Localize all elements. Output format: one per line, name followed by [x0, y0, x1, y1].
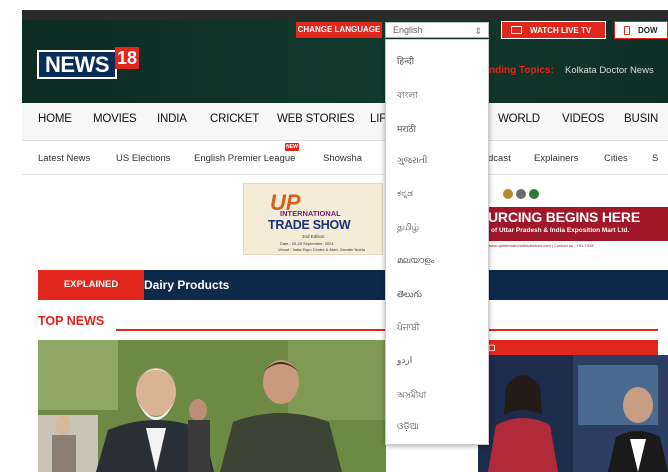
top-strip	[0, 0, 668, 10]
ad-edition: 2nd Edition	[302, 234, 325, 239]
language-option-gujarati[interactable]: ગુજરાતી	[397, 155, 427, 166]
subnav-latest-news[interactable]: Latest News	[38, 153, 90, 164]
download-app-button[interactable]: DOW	[614, 21, 668, 39]
subnav-more[interactable]: S	[652, 153, 658, 164]
language-option-malayalam[interactable]: മലയാളം	[397, 255, 434, 266]
ad-line-international: INTERNATIONAL	[280, 209, 341, 218]
nav-movies[interactable]: MOVIES	[93, 113, 137, 125]
subnav-podcast[interactable]: dcast	[488, 153, 511, 164]
ad-line-trade-show: TRADE SHOW	[268, 218, 351, 232]
language-select[interactable]: English ⇕	[385, 22, 489, 38]
ad-contact: www.upinternationaltradeshow.com | Conta…	[488, 243, 594, 248]
language-option-marathi[interactable]: मराठी	[397, 122, 416, 135]
language-option-bangla[interactable]: বাংলা	[397, 88, 418, 103]
emblem-icons	[503, 189, 539, 199]
language-dropdown[interactable]: हिन्दी বাংলা मराठी ગુજરાતી ಕನ್ನಡ தமிழ் മ…	[385, 39, 489, 445]
explained-tag[interactable]: EXPLAINED	[38, 270, 144, 300]
subnav-english-premier-league[interactable]: English Premier League	[194, 153, 295, 164]
live-tv-illustration	[478, 355, 668, 472]
right-column-divider	[488, 329, 658, 331]
live-tv-icon: ▢	[488, 343, 496, 352]
download-label: DOW	[638, 26, 658, 35]
sourcing-ad[interactable]: URCING BEGINS HERE of Uttar Pradesh & In…	[488, 183, 668, 255]
logo-number: 18	[115, 47, 139, 69]
language-option-punjabi[interactable]: ਪੰਜਾਬੀ	[397, 322, 420, 333]
language-option-urdu[interactable]: اردو	[397, 355, 412, 366]
watch-live-tv-button[interactable]: WATCH LIVE TV	[501, 21, 606, 39]
language-option-assamese[interactable]: অসমীয়া	[397, 388, 426, 403]
subnav-explainers[interactable]: Explainers	[534, 153, 578, 164]
logo-text: NEWS	[37, 50, 117, 79]
ad-subline: of Uttar Pradesh & India Exposition Mart…	[491, 227, 630, 234]
live-tv-header[interactable]: ▢	[478, 340, 658, 355]
news18-logo[interactable]: NEWS 18	[37, 47, 140, 79]
nav-business[interactable]: BUSIN	[624, 113, 658, 125]
ad-headline: URCING BEGINS HERE	[488, 209, 640, 225]
top-news-heading: TOP NEWS	[38, 314, 105, 328]
language-option-telugu[interactable]: తెలుగు	[397, 289, 422, 302]
chevron-updown-icon: ⇕	[474, 26, 482, 36]
subnav-us-elections[interactable]: US Elections	[116, 153, 170, 164]
language-option-kannada[interactable]: ಕನ್ನಡ	[397, 188, 413, 199]
explained-topic[interactable]: Dairy Products	[144, 278, 229, 292]
language-select-value: English	[393, 25, 423, 35]
ad-venue: Venue : India Expo Centre & Mart, Greate…	[278, 247, 365, 252]
phone-icon	[624, 26, 630, 35]
nav-home[interactable]: HOME	[38, 113, 72, 125]
tv-icon	[511, 26, 522, 34]
nav-cricket[interactable]: CRICKET	[210, 113, 259, 125]
language-option-tamil[interactable]: தமிழ்	[397, 222, 419, 234]
dark-top-bar	[22, 10, 668, 20]
subnav-showsha[interactable]: Showsha	[323, 153, 362, 164]
nav-lifestyle[interactable]: LIF	[370, 113, 386, 125]
live-tv-preview[interactable]	[478, 355, 668, 472]
top-news-photo[interactable]	[38, 340, 386, 472]
top-news-divider	[116, 329, 386, 331]
watch-live-tv-label: WATCH LIVE TV	[530, 26, 592, 35]
ad-dates: Date : 25-29 September, 2024	[280, 241, 334, 246]
photo-illustration	[38, 340, 386, 472]
change-language-label: CHANGE LANGUAGE	[296, 22, 382, 38]
language-option-hindi[interactable]: हिन्दी	[397, 54, 414, 67]
new-badge: NEW	[285, 143, 299, 151]
trending-topic-link[interactable]: Kolkata Doctor News	[565, 65, 654, 76]
nav-videos[interactable]: VIDEOS	[562, 113, 604, 125]
nav-india[interactable]: INDIA	[157, 113, 187, 125]
nav-web-stories[interactable]: WEB STORIES	[277, 113, 355, 125]
trending-topics-label: nding Topics:	[489, 65, 554, 76]
language-option-odia[interactable]: ଓଡ଼ିଆ	[397, 421, 419, 432]
nav-world[interactable]: WORLD	[498, 113, 540, 125]
trade-show-ad[interactable]: UP INTERNATIONAL TRADE SHOW 2nd Edition …	[243, 183, 383, 255]
subnav-cities[interactable]: Cities	[604, 153, 628, 164]
